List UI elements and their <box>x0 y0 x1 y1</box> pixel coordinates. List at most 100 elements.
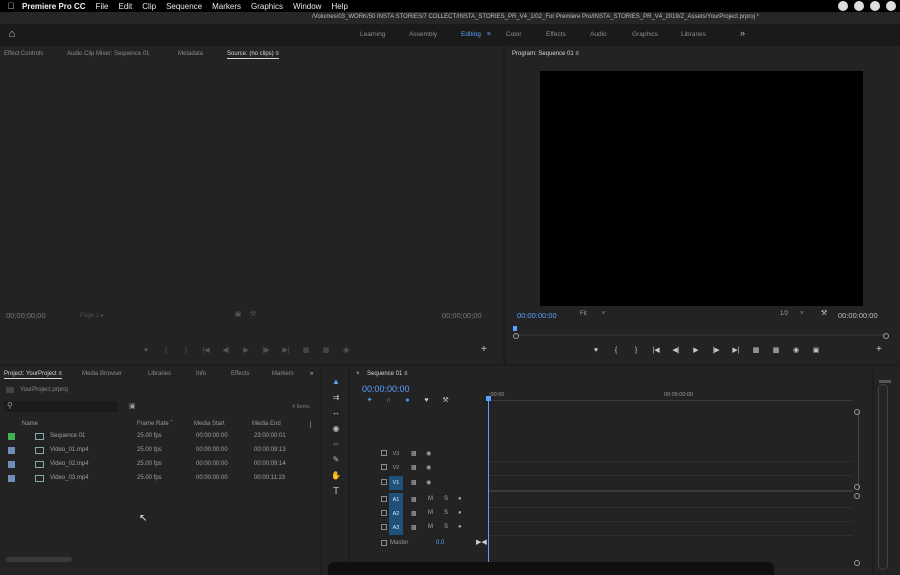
tab-project[interactable]: Project: YourProject ≡ <box>4 371 62 379</box>
lock-icon[interactable] <box>381 464 387 470</box>
source-step-forward-icon[interactable]: |▶ <box>256 346 276 354</box>
workspace-assembly[interactable]: Assembly <box>409 31 437 38</box>
source-step-back-icon[interactable]: ◀| <box>216 346 236 354</box>
timeline-vertical-scroll-video[interactable] <box>854 411 864 491</box>
track-v3-label[interactable]: V3 <box>389 447 403 461</box>
source-insert-icon[interactable]: ▩ <box>296 346 316 354</box>
apple-icon[interactable]:  <box>0 1 22 11</box>
workspace-color[interactable]: Color <box>506 31 522 38</box>
program-zoom-handle-left[interactable] <box>513 333 519 339</box>
solo-button[interactable]: S <box>444 510 448 516</box>
project-row-3[interactable]: Video_03.mp4 25.00 fps 00:00:00:00 00:00… <box>4 472 310 485</box>
microphone-icon[interactable]: ● <box>458 510 462 516</box>
status-icon[interactable] <box>886 1 896 11</box>
sync-lock-icon[interactable]: ▩ <box>411 524 417 531</box>
program-mark-out-icon[interactable]: } <box>626 347 646 354</box>
menu-markers[interactable]: Markers <box>212 2 241 11</box>
program-play-icon[interactable]: ▶ <box>686 346 706 354</box>
menu-file[interactable]: File <box>96 2 109 11</box>
mute-button[interactable]: M <box>428 510 433 516</box>
sync-lock-icon[interactable]: ▩ <box>411 464 417 471</box>
pen-tool-icon[interactable]: ✎ <box>330 455 342 464</box>
record-icon[interactable] <box>838 1 848 11</box>
eye-icon[interactable]: ◉ <box>426 479 431 486</box>
timeline-playhead[interactable] <box>488 398 489 575</box>
nest-toggle-icon[interactable]: ✦ <box>360 396 379 404</box>
scroll-handle-top[interactable] <box>854 409 860 415</box>
tab-effects[interactable]: Effects <box>231 371 249 377</box>
program-step-back-icon[interactable]: ◀| <box>666 346 686 354</box>
tab-media-browser[interactable]: Media Browser <box>82 371 122 377</box>
sync-lock-icon[interactable]: ▩ <box>411 450 417 457</box>
scroll-handle-bottom[interactable] <box>854 560 860 566</box>
program-mark-in-icon[interactable]: { <box>606 347 626 354</box>
source-go-to-in-icon[interactable]: |◀ <box>196 346 216 354</box>
menu-help[interactable]: Help <box>331 2 347 11</box>
row-0-label-color[interactable] <box>8 433 15 440</box>
eye-icon[interactable]: ◉ <box>426 464 431 471</box>
go-to-end-icon[interactable]: ▶◀ <box>476 538 487 546</box>
program-go-to-in-icon[interactable]: |◀ <box>646 346 666 354</box>
lock-icon[interactable] <box>381 524 387 530</box>
workspace-graphics[interactable]: Graphics <box>632 31 658 38</box>
source-wrench-icon[interactable]: ⚒ <box>243 310 263 318</box>
workspace-audio[interactable]: Audio <box>590 31 607 38</box>
tab-metadata[interactable]: Metadata <box>178 51 203 57</box>
tab-program[interactable]: Program: Sequence 01 ≡ <box>512 51 579 57</box>
workspace-editing[interactable]: Editing <box>461 31 481 38</box>
snap-icon[interactable]: ∩ <box>379 397 398 404</box>
program-timecode-left[interactable]: 00:00:00:00 <box>517 311 557 320</box>
program-resolution-dropdown[interactable]: 1/2 ˅ <box>780 311 804 317</box>
creative-cloud-icon[interactable] <box>854 1 864 11</box>
source-export-frame-icon[interactable]: ◉ <box>336 346 356 354</box>
track-a2-label[interactable]: A2 <box>389 507 403 521</box>
source-go-to-out-icon[interactable]: ▶| <box>276 346 296 354</box>
track-a3-label[interactable]: A3 <box>389 521 403 535</box>
home-icon[interactable]: ⌂ <box>6 28 18 40</box>
menu-window[interactable]: Window <box>293 2 321 11</box>
program-step-forward-icon[interactable]: |▶ <box>706 346 726 354</box>
track-v2[interactable]: V2 ▩ ◉ <box>356 461 856 475</box>
program-go-to-out-icon[interactable]: ▶| <box>726 346 746 354</box>
project-tabs-overflow-icon[interactable]: » <box>310 371 313 377</box>
binoculars-icon[interactable] <box>870 1 880 11</box>
track-a2[interactable]: A2 ▩ M S ● <box>356 507 856 521</box>
slip-tool-icon[interactable]: ⇔ <box>330 439 342 448</box>
hand-tool-icon[interactable]: ✋ <box>330 471 342 480</box>
tab-libraries[interactable]: Libraries <box>148 371 171 377</box>
selection-tool-icon[interactable]: ▲ <box>330 377 342 386</box>
menu-edit[interactable]: Edit <box>118 2 132 11</box>
lock-icon[interactable] <box>381 450 387 456</box>
program-playhead-marker[interactable] <box>513 326 517 331</box>
menu-clip[interactable]: Clip <box>142 2 156 11</box>
program-scrub-bar[interactable] <box>515 334 887 336</box>
tab-sequence[interactable]: Sequence 01 ≡ <box>367 371 408 378</box>
source-play-icon[interactable]: ▶ <box>236 346 256 354</box>
workspace-menu-icon[interactable]: ≡ <box>487 31 491 38</box>
linked-selection-icon[interactable]: ● <box>398 397 417 404</box>
track-v1-label[interactable]: V1 <box>389 476 403 490</box>
solo-button[interactable]: S <box>444 524 448 530</box>
timeline-timecode[interactable]: 00:00:00:00 <box>362 384 410 394</box>
program-add-button-icon[interactable]: + <box>876 344 882 355</box>
track-v3[interactable]: V3 ▩ ◉ <box>356 447 856 461</box>
playhead-handle[interactable] <box>486 396 491 401</box>
master-volume-value[interactable]: 0.0 <box>436 540 444 546</box>
lock-icon[interactable] <box>381 510 387 516</box>
mute-button[interactable]: M <box>428 524 433 530</box>
row-2-label-color[interactable] <box>8 461 15 468</box>
row-3-label-color[interactable] <box>8 475 15 482</box>
solo-button[interactable]: S <box>444 496 448 502</box>
project-row-2[interactable]: Video_02.mp4 25.00 fps 00:00:00:00 00:00… <box>4 458 310 471</box>
project-horizontal-scrollbar[interactable] <box>6 557 72 562</box>
program-timecode-right[interactable]: 00:00:00:00 <box>838 311 878 320</box>
column-resize-handle[interactable] <box>310 421 311 428</box>
new-bin-icon[interactable]: ▣ <box>129 402 136 410</box>
program-extract-icon[interactable]: ▩ <box>766 346 786 354</box>
ripple-edit-tool-icon[interactable]: ↔ <box>330 408 342 417</box>
program-fit-dropdown[interactable]: Fit ˅ <box>580 311 605 317</box>
source-mark-in-icon[interactable]: { <box>156 347 176 354</box>
track-v1[interactable]: V1 ▩ ◉ <box>356 476 856 490</box>
source-overwrite-icon[interactable]: ▩ <box>316 346 336 354</box>
add-marker-icon[interactable]: ♥ <box>417 397 436 404</box>
